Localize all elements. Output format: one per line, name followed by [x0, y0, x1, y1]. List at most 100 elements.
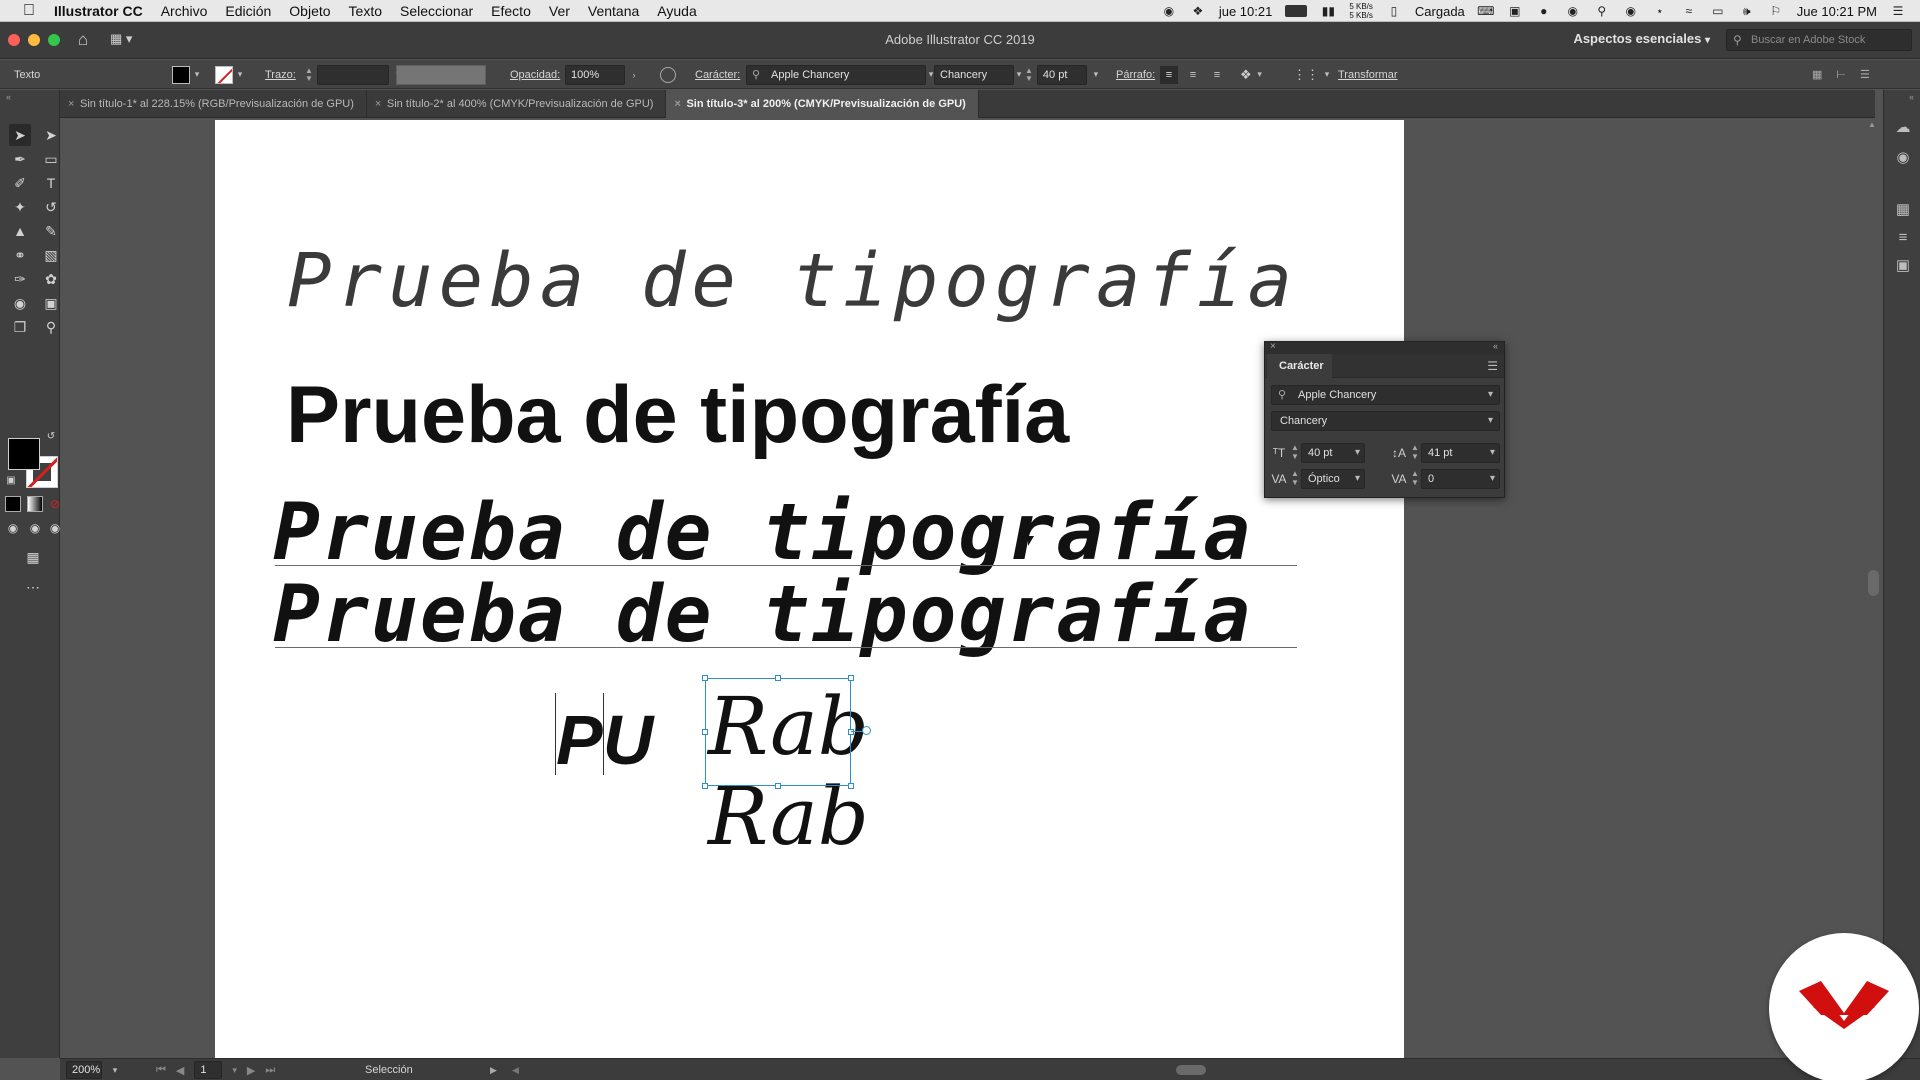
- menu-ventana[interactable]: Ventana: [588, 3, 639, 19]
- tab-document-3[interactable]: × Sin título-3* al 200% (CMYK/Previsuali…: [666, 90, 979, 118]
- scroll-up-icon[interactable]: ▲: [1868, 120, 1876, 129]
- opacity-label[interactable]: Opacidad:: [510, 60, 560, 89]
- color-mode-icon[interactable]: [5, 496, 21, 512]
- chevron-down-icon[interactable]: ▾: [235, 69, 245, 80]
- font-family-control[interactable]: ⚲ Apple Chancery ▾: [746, 60, 936, 89]
- network-monitor[interactable]: 5 KB/s 5 KB/s: [1349, 2, 1373, 20]
- font-size-field[interactable]: 40 pt: [1036, 64, 1087, 85]
- transform-panel-icon[interactable]: ▦: [1893, 200, 1913, 220]
- font-family-field[interactable]: ⚲ Apple Chancery: [746, 64, 926, 85]
- flag-icon[interactable]: ⚐: [1768, 4, 1784, 18]
- paintbrush-tool-icon[interactable]: ✐: [9, 172, 31, 194]
- stroke-swatch[interactable]: [215, 65, 233, 84]
- stepper-icon[interactable]: ▲ ▼: [1025, 66, 1033, 83]
- menubar-clock[interactable]: Jue 10:21 PM: [1797, 4, 1877, 19]
- magic-wand-tool-icon[interactable]: ✦: [9, 196, 31, 218]
- status-menu-icon[interactable]: ▶: [490, 1059, 497, 1080]
- first-artboard-icon[interactable]: ⏮: [156, 1064, 166, 1077]
- tab-document-1[interactable]: × Sin título-1* al 228.15% (RGB/Previsua…: [60, 90, 367, 118]
- creative-cloud-icon[interactable]: ●: [1536, 4, 1552, 18]
- font-size-field[interactable]: 40 pt ▾: [1301, 443, 1365, 463]
- screen-mode-icon[interactable]: ▦: [22, 546, 44, 568]
- zoom-tool-icon[interactable]: ⚲: [40, 316, 62, 338]
- keyboard-icon[interactable]: ⌨: [1477, 4, 1494, 18]
- menubar-short-clock[interactable]: jue 10:21: [1219, 4, 1273, 19]
- search-icon[interactable]: ⚲: [1594, 4, 1610, 18]
- chevron-down-icon[interactable]: ▾: [1322, 69, 1332, 80]
- stepper-icon[interactable]: ▲ ▼: [1411, 469, 1419, 489]
- cpu-monitor-icon[interactable]: ▮▮: [1320, 4, 1336, 18]
- stepper-icon[interactable]: ▲ ▼: [1411, 443, 1419, 463]
- draw-behind-icon[interactable]: ◉: [27, 520, 43, 536]
- character-label[interactable]: Carácter:: [695, 60, 740, 89]
- last-artboard-icon[interactable]: ⏭: [265, 1064, 275, 1077]
- kerning-field[interactable]: Óptico ▾: [1301, 469, 1365, 489]
- battery-status[interactable]: Cargada: [1415, 4, 1465, 19]
- chevron-down-icon[interactable]: ▾: [192, 69, 202, 80]
- collapse-panel-icon[interactable]: «: [6, 92, 11, 102]
- pencil-tool-icon[interactable]: ✎: [40, 220, 62, 242]
- align-panel-icon[interactable]: ≡: [1893, 228, 1913, 248]
- fill-swatch[interactable]: [172, 65, 190, 84]
- draw-inside-icon[interactable]: ◉: [48, 520, 62, 536]
- stepper-icon[interactable]: ▲ ▼: [1291, 469, 1299, 489]
- direct-selection-tool-icon[interactable]: ➤: [40, 124, 62, 146]
- eyedropper-tool-icon[interactable]: ✑: [9, 268, 31, 290]
- panel-menu-icon[interactable]: ☰: [1487, 359, 1498, 373]
- variable-width-profile[interactable]: [396, 60, 486, 89]
- close-tab-icon[interactable]: ×: [375, 90, 381, 118]
- siri-icon[interactable]: ◉: [1623, 4, 1639, 18]
- align-center-icon[interactable]: ≡: [1184, 66, 1202, 84]
- selection-handle[interactable]: [702, 729, 708, 735]
- opacity-field[interactable]: 100%: [565, 64, 625, 85]
- text-threading-port[interactable]: [862, 726, 871, 735]
- paragraph-label[interactable]: Párrafo:: [1116, 60, 1155, 89]
- expand-panels-icon[interactable]: «: [1909, 92, 1914, 102]
- battery-icon[interactable]: ▯: [1386, 4, 1402, 18]
- align-to-options[interactable]: ⋮⋮ ▾: [1293, 60, 1332, 89]
- selection-handle[interactable]: [848, 729, 854, 735]
- font-family-dropdown[interactable]: ⚲ Apple Chancery ▾: [1271, 385, 1500, 405]
- selection-handle[interactable]: [848, 783, 854, 789]
- gradient-mode-icon[interactable]: [27, 496, 43, 512]
- font-size-control[interactable]: ▲ ▼ 40 pt ▾: [1025, 60, 1101, 89]
- menu-ver[interactable]: Ver: [549, 3, 570, 19]
- transform-label[interactable]: Transformar: [1338, 60, 1398, 89]
- nvidia-icon[interactable]: ◉: [1565, 4, 1581, 18]
- none-mode-icon[interactable]: ⊘: [48, 496, 62, 512]
- wifi-icon[interactable]: ≈: [1681, 4, 1697, 18]
- artboard-tool-icon[interactable]: ▣: [40, 292, 62, 314]
- chevron-down-icon[interactable]: ▾: [1255, 69, 1265, 80]
- previous-artboard-icon[interactable]: ◀: [176, 1064, 184, 1077]
- libraries-icon[interactable]: ☁: [1893, 118, 1913, 138]
- opacity-control[interactable]: 100% ›: [565, 60, 639, 89]
- stroke-weight-control[interactable]: ▲▼ ▾: [305, 60, 403, 89]
- align-right-icon[interactable]: ≡: [1208, 66, 1226, 84]
- adobe-stock-search[interactable]: ⚲ Buscar en Adobe Stock: [1726, 29, 1912, 51]
- lasso-tool-icon[interactable]: ⚭: [9, 244, 31, 266]
- pen-tool-icon[interactable]: ✒: [9, 148, 31, 170]
- blend-tool-icon[interactable]: ✿: [40, 268, 62, 290]
- close-tab-icon[interactable]: ×: [674, 90, 680, 118]
- align-left-icon[interactable]: ≡: [1160, 65, 1178, 84]
- fill-control[interactable]: ▾: [172, 60, 202, 89]
- selection-handle[interactable]: [702, 783, 708, 789]
- close-panel-icon[interactable]: ×: [1270, 341, 1276, 352]
- apple-icon[interactable]: : [20, 2, 38, 20]
- display-icon[interactable]: ▣: [1507, 4, 1523, 18]
- eraser-tool-icon[interactable]: ▲: [9, 220, 31, 242]
- font-style-control[interactable]: Chancery ▾: [934, 60, 1024, 89]
- airplay-icon[interactable]: ▭: [1710, 4, 1726, 18]
- recolor-icon[interactable]: [660, 60, 676, 89]
- selection-handle[interactable]: [702, 675, 708, 681]
- menu-app-name[interactable]: Illustrator CC: [54, 3, 143, 19]
- stroke-control[interactable]: ▾: [215, 60, 245, 89]
- fill-color-box[interactable]: [8, 438, 40, 470]
- dropbox-icon[interactable]: ❖: [1190, 4, 1206, 18]
- shape-builder-tool-icon[interactable]: ◉: [9, 292, 31, 314]
- default-colors-icon[interactable]: ▣: [4, 474, 18, 488]
- scroll-left-icon[interactable]: ◀: [512, 1059, 519, 1080]
- draw-normal-icon[interactable]: ◉: [5, 520, 21, 536]
- zoom-field[interactable]: 200%: [66, 1061, 102, 1079]
- memory-monitor-icon[interactable]: [1285, 5, 1308, 17]
